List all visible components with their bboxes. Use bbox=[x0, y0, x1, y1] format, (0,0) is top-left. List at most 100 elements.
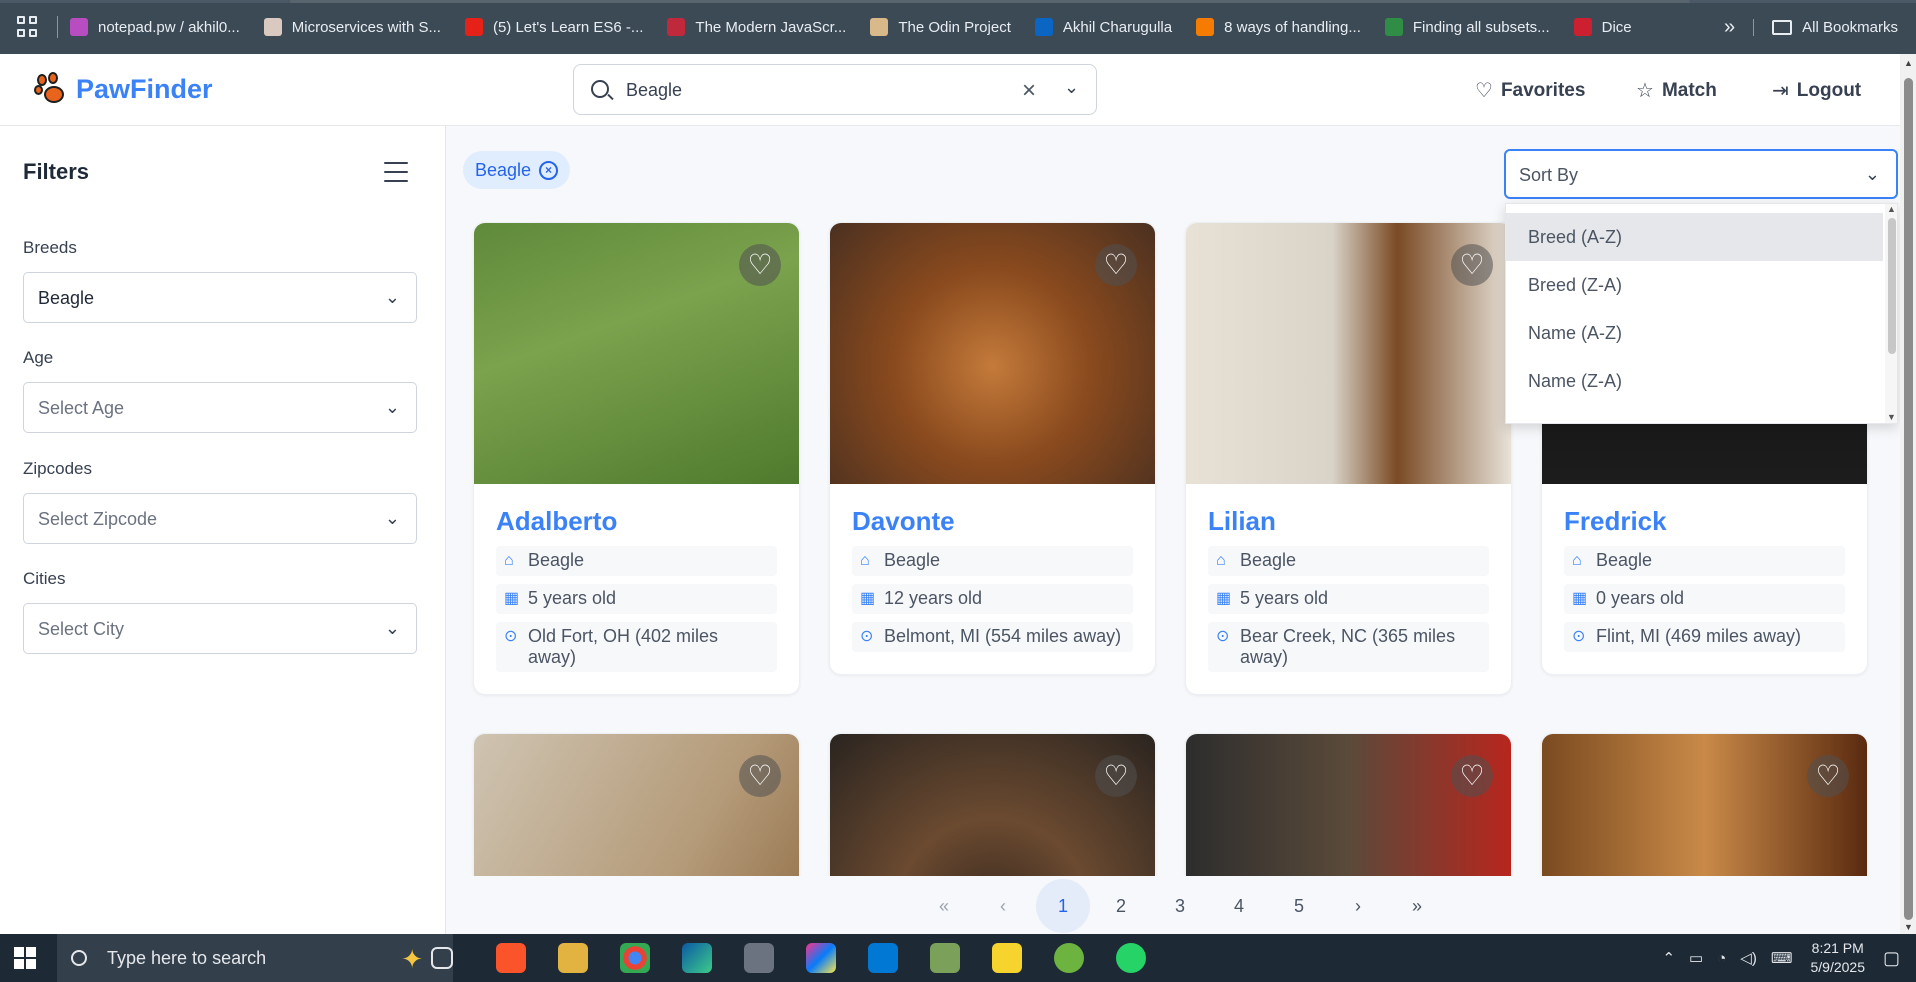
bookmark-3[interactable]: The Modern JavaScr... bbox=[667, 18, 846, 36]
breed-filter-chip[interactable]: Beagle × bbox=[463, 151, 571, 189]
bookmarks-bar: notepad.pw / akhil0... Microservices wit… bbox=[0, 0, 1916, 54]
zipcode-select[interactable]: Select Zipcode ⌄ bbox=[23, 493, 417, 544]
taskbar-search-box[interactable]: Type here to search ✦ bbox=[57, 934, 453, 982]
logout-icon: ⇥ bbox=[1772, 80, 1789, 102]
battery-icon[interactable]: ▭ bbox=[1689, 949, 1703, 967]
dog-card[interactable]: ♡ Adalberto ⌂ Beagle ▦ 5 years old ⊙ Old Fo… bbox=[473, 222, 800, 695]
bookmark-6[interactable]: 8 ways of handling... bbox=[1196, 18, 1361, 36]
bookmark-label: The Modern JavaScr... bbox=[695, 18, 847, 36]
bookmark-2[interactable]: (5) Let's Learn ES6 -... bbox=[464, 18, 644, 36]
logout-link[interactable]: ⇥ Logout bbox=[1772, 78, 1861, 103]
search-input[interactable] bbox=[626, 77, 1006, 103]
bookmark-label: Finding all subsets... bbox=[1412, 18, 1550, 36]
sort-option[interactable]: Name (Z-A) bbox=[1506, 357, 1883, 405]
scroll-down-arrow-icon[interactable]: ▼ bbox=[1904, 922, 1913, 932]
last-page-button[interactable]: » bbox=[1397, 886, 1437, 926]
vscode-icon[interactable] bbox=[868, 943, 898, 973]
dog-card[interactable]: ♡ Lilian ⌂ Beagle ▦ 5 years old ⊙ Bear Cree… bbox=[1185, 222, 1512, 695]
sort-option[interactable]: Breed (A-Z) bbox=[1506, 213, 1883, 261]
page-scroll-thumb[interactable] bbox=[1904, 78, 1913, 920]
city-select[interactable]: Select City ⌄ bbox=[23, 603, 417, 654]
volume-icon[interactable]: ◁) bbox=[1740, 949, 1757, 967]
intellij-icon[interactable] bbox=[806, 943, 836, 973]
logo[interactable]: PawFinder bbox=[34, 72, 213, 106]
chevron-up-icon[interactable]: ⌃ bbox=[1662, 949, 1675, 967]
notifications-icon[interactable]: ▢ bbox=[1883, 948, 1900, 969]
bookmark-1[interactable]: Microservices with S... bbox=[263, 18, 441, 36]
next-page-button[interactable]: › bbox=[1338, 886, 1378, 926]
task-view-icon[interactable] bbox=[431, 947, 453, 969]
map-pin-icon: ⊙ bbox=[1216, 628, 1230, 645]
calculator-icon[interactable] bbox=[744, 943, 774, 973]
favorite-heart-icon[interactable]: ♡ bbox=[1451, 755, 1493, 797]
bookmark-8[interactable]: Dice bbox=[1573, 18, 1632, 36]
search-icon bbox=[591, 80, 609, 98]
linkedin-favicon-icon bbox=[1034, 18, 1053, 36]
page-2-button[interactable]: 2 bbox=[1101, 886, 1141, 926]
clock-date: 5/9/2025 bbox=[1810, 959, 1865, 975]
favorite-heart-icon[interactable]: ♡ bbox=[1807, 755, 1849, 797]
page-3-button[interactable]: 3 bbox=[1160, 886, 1200, 926]
brave-browser-icon[interactable] bbox=[496, 943, 526, 973]
youtube-favicon-icon bbox=[464, 18, 483, 36]
menu-scrollbar[interactable]: ▲ ▼ bbox=[1885, 204, 1897, 423]
sort-by-label: Sort By bbox=[1519, 165, 1579, 185]
geeksforgeeks-favicon-icon bbox=[1384, 18, 1403, 36]
wifi-icon[interactable]: ◔ bbox=[1717, 950, 1726, 967]
bookmark-label: The Odin Project bbox=[898, 18, 1011, 36]
windows-start-icon[interactable] bbox=[14, 947, 36, 969]
file-explorer-icon[interactable] bbox=[558, 943, 588, 973]
menu-scroll-thumb[interactable] bbox=[1888, 218, 1896, 354]
favorite-heart-icon[interactable]: ♡ bbox=[1095, 755, 1137, 797]
page-scrollbar[interactable]: ▲ ▼ bbox=[1900, 54, 1916, 934]
hamburger-menu-icon[interactable] bbox=[384, 162, 408, 182]
first-page-button[interactable]: « bbox=[924, 886, 964, 926]
page-4-button[interactable]: 4 bbox=[1219, 886, 1259, 926]
all-bookmarks-button[interactable]: All Bookmarks bbox=[1753, 18, 1898, 36]
match-link[interactable]: ☆ Match bbox=[1636, 78, 1717, 103]
age-select-value: Select Age bbox=[38, 398, 125, 418]
bookmark-4[interactable]: The Odin Project bbox=[870, 18, 1011, 36]
favorite-heart-icon[interactable]: ♡ bbox=[739, 244, 781, 286]
prev-page-button[interactable]: ‹ bbox=[983, 886, 1023, 926]
bookmark-0[interactable]: notepad.pw / akhil0... bbox=[70, 18, 240, 36]
tag-icon: ⌂ bbox=[1216, 552, 1226, 569]
favorite-heart-icon[interactable]: ♡ bbox=[1451, 244, 1493, 286]
clock[interactable]: 8:21 PM 5/9/2025 bbox=[1810, 939, 1865, 977]
page-5-button[interactable]: 5 bbox=[1279, 886, 1319, 926]
scroll-down-arrow-icon[interactable]: ▼ bbox=[1887, 412, 1896, 422]
sticky-notes-icon[interactable] bbox=[992, 943, 1022, 973]
bookmark-7[interactable]: Finding all subsets... bbox=[1384, 18, 1550, 36]
scroll-up-arrow-icon[interactable]: ▲ bbox=[1904, 58, 1913, 68]
sort-option[interactable]: Breed (Z-A) bbox=[1506, 261, 1883, 309]
age-select[interactable]: Select Age ⌄ bbox=[23, 382, 417, 433]
apps-grid-icon[interactable] bbox=[17, 16, 39, 38]
sort-option[interactable]: Name (A-Z) bbox=[1506, 309, 1883, 357]
spring-tool-icon[interactable] bbox=[1054, 943, 1084, 973]
scroll-up-arrow-icon[interactable]: ▲ bbox=[1887, 204, 1896, 214]
favorite-heart-icon[interactable]: ♡ bbox=[739, 755, 781, 797]
edge-icon[interactable] bbox=[682, 943, 712, 973]
bookmark-label: Microservices with S... bbox=[291, 18, 441, 36]
page-1-button[interactable]: 1 bbox=[1036, 879, 1090, 933]
breeds-select[interactable]: Beagle ⌄ bbox=[23, 272, 417, 323]
sort-by-select[interactable]: Sort By ⌄ bbox=[1504, 149, 1898, 199]
chrome-icon[interactable] bbox=[620, 943, 650, 973]
favorites-link[interactable]: ♡ Favorites bbox=[1475, 78, 1585, 103]
dog-name: Lilian bbox=[1208, 506, 1276, 536]
more-bookmarks-chevron-icon[interactable]: » bbox=[1724, 16, 1735, 39]
image-app-icon[interactable] bbox=[930, 943, 960, 973]
whatsapp-icon[interactable] bbox=[1116, 943, 1146, 973]
dog-name: Fredrick bbox=[1564, 506, 1667, 536]
dog-card[interactable]: ♡ Davonte ⌂ Beagle ▦ 12 years old ⊙ Belmont… bbox=[829, 222, 1156, 675]
chevron-down-icon[interactable]: ⌄ bbox=[1064, 77, 1079, 98]
bookmark-5[interactable]: Akhil Charugulla bbox=[1034, 18, 1172, 36]
remove-chip-icon[interactable]: × bbox=[539, 160, 559, 180]
keyboard-icon[interactable]: ⌨ bbox=[1771, 949, 1793, 967]
favorite-heart-icon[interactable]: ♡ bbox=[1095, 244, 1137, 286]
star-outline-icon: ☆ bbox=[1636, 80, 1654, 102]
clear-icon[interactable]: × bbox=[1022, 77, 1036, 105]
breed-search-box[interactable]: × ⌄ bbox=[573, 64, 1097, 115]
dog-location: ⊙ Belmont, MI (554 miles away) bbox=[852, 622, 1133, 652]
bookmark-label: (5) Let's Learn ES6 -... bbox=[492, 18, 644, 36]
